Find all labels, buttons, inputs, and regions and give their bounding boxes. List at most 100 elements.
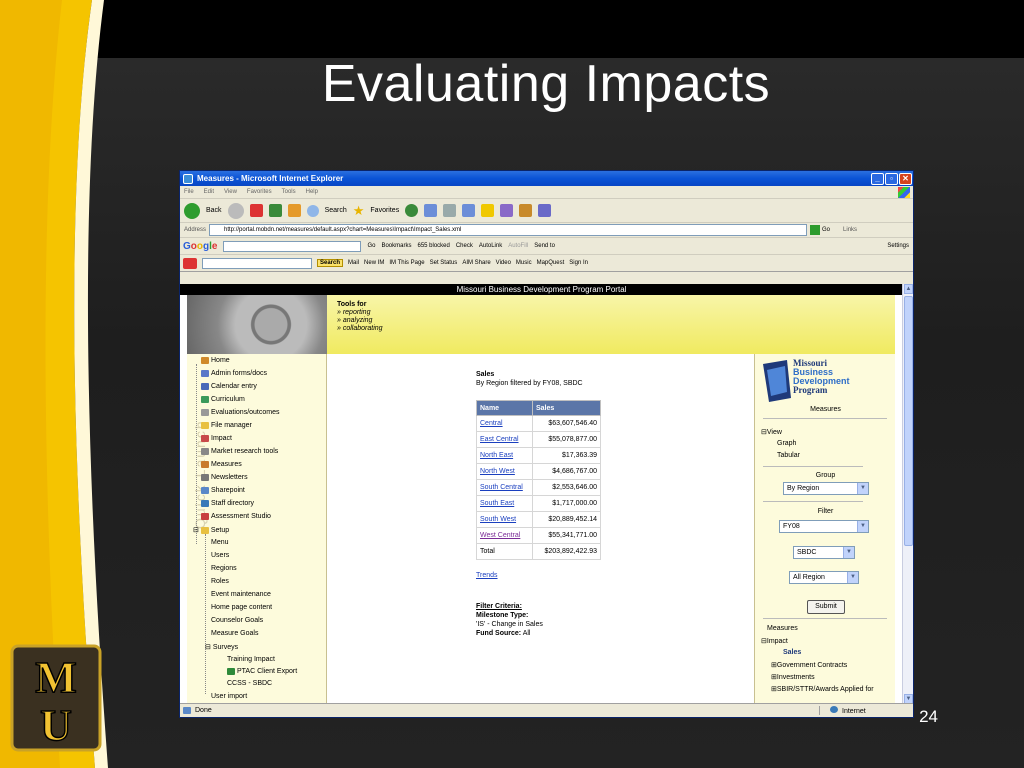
region-link[interactable]: West Central [476, 527, 533, 544]
region-link[interactable]: East Central [476, 431, 533, 448]
favorites-label[interactable]: Favorites [370, 207, 399, 214]
view-graph[interactable]: Graph [777, 440, 796, 447]
history-icon[interactable] [405, 204, 419, 217]
media-icon[interactable] [538, 204, 552, 217]
aim-mapquest[interactable]: MapQuest [537, 260, 565, 266]
region-select[interactable]: All Region ▼ [789, 571, 859, 584]
region-link[interactable]: North West [476, 463, 533, 480]
menu-favorites[interactable]: Favorites [247, 189, 272, 195]
aim-search-input[interactable] [202, 257, 312, 269]
tree-government-contracts[interactable]: ⊞Government Contracts [771, 661, 847, 669]
print-icon[interactable] [443, 204, 457, 217]
program-select[interactable]: SBDC ▼ [793, 546, 855, 559]
nav-staff-directory[interactable]: Staff directory [201, 500, 254, 507]
aim-video[interactable]: Video [496, 260, 511, 266]
forward-arrow-icon[interactable] [227, 202, 244, 219]
nav-ptac-export[interactable]: PTAC Client Export [227, 668, 297, 675]
nav-file-manager[interactable]: File manager [201, 422, 252, 429]
year-select[interactable]: FY08 ▼ [779, 520, 869, 533]
region-link[interactable]: North East [476, 447, 533, 464]
aim-music[interactable]: Music [516, 260, 532, 266]
nav-setup[interactable]: ⊟ Setup [193, 526, 229, 534]
nav-newsletters[interactable]: Newsletters [201, 474, 248, 481]
close-button[interactable]: ✕ [899, 172, 912, 185]
messenger-icon[interactable] [500, 204, 514, 217]
submit-button[interactable]: Submit [807, 600, 845, 614]
google-settings[interactable]: Settings [887, 243, 909, 249]
nav-evaluations[interactable]: Evaluations/outcomes [201, 409, 279, 416]
google-check[interactable]: Check [456, 243, 473, 249]
stop-icon[interactable] [249, 204, 263, 217]
back-label[interactable]: Back [206, 207, 222, 214]
tree-impact[interactable]: ⊟Impact [761, 637, 788, 645]
google-sendto[interactable]: Send to [534, 243, 555, 249]
back-arrow-icon[interactable] [184, 202, 200, 219]
nav-calendar[interactable]: Calendar entry [201, 383, 257, 390]
scroll-up-icon[interactable]: ▲ [904, 284, 913, 294]
nav-home-page-content[interactable]: Home page content [211, 604, 272, 611]
nav-regions[interactable]: Regions [211, 565, 237, 572]
vertical-scrollbar[interactable]: ▲ ▼ [902, 284, 913, 704]
menu-file[interactable]: File [184, 189, 194, 195]
nav-event-maintenance[interactable]: Event maintenance [211, 591, 271, 598]
links-label[interactable]: Links [843, 227, 857, 233]
address-input[interactable]: http://portal.mobdn.net/measures/default… [209, 224, 808, 236]
region-link[interactable]: Central [476, 415, 533, 432]
view-tabular[interactable]: Tabular [777, 452, 800, 459]
nav-surveys[interactable]: ⊟ Surveys [205, 643, 238, 652]
nav-counselor-goals[interactable]: Counselor Goals [211, 617, 263, 624]
nav-users[interactable]: Users [211, 552, 229, 559]
search-icon[interactable] [306, 204, 319, 217]
menu-view[interactable]: View [224, 189, 237, 195]
google-go[interactable]: Go [367, 243, 375, 249]
region-link[interactable]: South Central [476, 479, 533, 496]
view-node[interactable]: ⊟View [761, 428, 782, 436]
google-blocked[interactable]: 655 blocked [417, 243, 449, 249]
nav-admin[interactable]: Admin forms/docs [201, 370, 267, 377]
nav-measures[interactable]: Measures [201, 461, 242, 468]
edit-icon[interactable] [462, 204, 476, 217]
scroll-thumb[interactable] [904, 296, 913, 546]
google-bookmarks[interactable]: Bookmarks [381, 243, 411, 249]
search-label[interactable]: Search [325, 207, 347, 214]
nav-home[interactable]: Home [201, 357, 230, 364]
nav-impact[interactable]: Impact [201, 435, 232, 442]
window-titlebar[interactable]: Measures - Microsoft Internet Explorer _… [180, 171, 913, 186]
nav-ccss-sbdc[interactable]: CCSS - SBDC [227, 680, 272, 687]
tree-measures[interactable]: Measures [767, 625, 798, 632]
aim-search-button[interactable]: Search [317, 259, 344, 267]
nav-user-import[interactable]: User import [211, 693, 247, 700]
aim-mail[interactable]: Mail [348, 260, 359, 266]
nav-sharepoint[interactable]: Sharepoint [201, 487, 245, 494]
aim-signin[interactable]: Sign In [569, 260, 588, 266]
refresh-icon[interactable] [268, 204, 282, 217]
col-name[interactable]: Name [476, 400, 533, 416]
nav-training-impact[interactable]: Training Impact [227, 656, 275, 663]
nav-measure-goals[interactable]: Measure Goals [211, 630, 258, 637]
aim-newim[interactable]: New IM [364, 260, 384, 266]
mail-icon[interactable] [424, 204, 438, 217]
discuss-icon[interactable] [481, 204, 495, 217]
research-icon[interactable] [519, 204, 533, 217]
google-search-input[interactable] [223, 240, 362, 252]
region-link[interactable]: South West [476, 511, 533, 528]
group-select[interactable]: By Region ▼ [783, 482, 869, 495]
region-link[interactable]: South East [476, 495, 533, 512]
nav-assessment-studio[interactable]: Assessment Studio [201, 513, 271, 520]
trends-link[interactable]: Trends [476, 572, 498, 579]
home-icon[interactable] [287, 204, 301, 217]
nav-roles[interactable]: Roles [211, 578, 229, 585]
nav-curriculum[interactable]: Curriculum [201, 396, 245, 403]
aim-setstatus[interactable]: Set Status [430, 260, 458, 266]
tree-sales[interactable]: Sales [783, 649, 801, 656]
favorites-star-icon[interactable]: ★ [353, 203, 365, 219]
tree-sbir[interactable]: ⊞SBIR/STTR/Awards Applied for [771, 685, 874, 693]
go-button[interactable]: Go [810, 225, 830, 235]
menu-help[interactable]: Help [306, 189, 318, 195]
menu-tools[interactable]: Tools [282, 189, 296, 195]
nav-menu[interactable]: Menu [211, 539, 229, 546]
minimize-button[interactable]: _ [871, 172, 884, 185]
tree-investments[interactable]: ⊞Investments [771, 673, 815, 681]
nav-market-research[interactable]: Market research tools [201, 448, 278, 455]
col-sales[interactable]: Sales [532, 400, 601, 416]
